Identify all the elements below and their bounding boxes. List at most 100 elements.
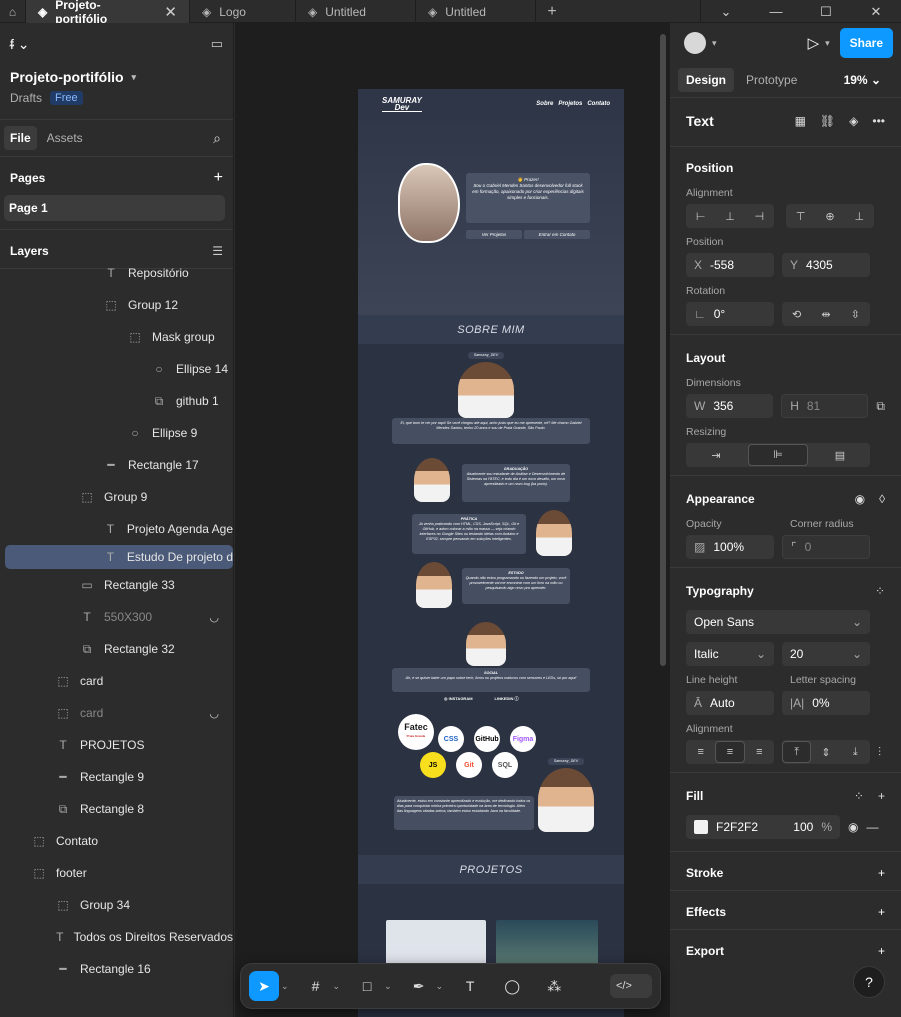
text-tool-icon[interactable]: T xyxy=(455,971,485,1001)
hidden-eye-icon[interactable]: ◡ xyxy=(209,611,219,624)
layer-row[interactable]: ━ Rectangle 9 xyxy=(0,761,233,793)
resize-fill-icon[interactable]: ▤ xyxy=(810,449,870,462)
chevron-down-icon[interactable]: ⌄ xyxy=(701,0,751,23)
eye-icon[interactable]: ◉ xyxy=(848,820,858,834)
avatar[interactable] xyxy=(684,32,706,54)
hidden-eye-icon[interactable]: ◡ xyxy=(209,707,219,720)
help-button[interactable]: ? xyxy=(853,966,885,998)
layer-row[interactable]: T 550X300 ◡ xyxy=(0,601,233,633)
opacity-input[interactable]: ▨ 100% xyxy=(686,535,774,559)
nav-link-sobre[interactable]: Sobre xyxy=(536,101,553,107)
width-input[interactable]: W 356 xyxy=(686,394,774,418)
chevron-down-icon[interactable]: ⌄ xyxy=(333,981,341,992)
play-icon[interactable]: ▷ xyxy=(808,34,820,52)
pen-tool-icon[interactable]: ✒ xyxy=(404,971,434,1001)
flip-horizontal-icon[interactable]: ⇹ xyxy=(811,308,840,321)
drop-icon[interactable]: ◊ xyxy=(879,492,885,506)
comment-tool-icon[interactable]: ◯ xyxy=(497,971,527,1001)
layer-row[interactable]: ⬚ Group 12 xyxy=(0,289,233,321)
add-stroke-icon[interactable]: + xyxy=(878,866,885,880)
figma-menu-icon[interactable]: ᵮ ⌄ xyxy=(10,36,30,53)
layer-row[interactable]: ○ Ellipse 9 xyxy=(0,417,233,449)
text-valign-middle-icon[interactable]: ⇕ xyxy=(811,746,840,759)
type-settings-icon[interactable]: ⁘ xyxy=(875,584,885,598)
font-family-select[interactable]: Open Sans ⌄ xyxy=(686,610,870,634)
layer-row[interactable]: ⬚ Contato xyxy=(0,825,233,857)
chevron-down-icon[interactable]: ⌄ xyxy=(281,981,289,992)
resize-hug-icon[interactable]: ⊫ xyxy=(748,444,808,466)
maximize-icon[interactable]: ☐ xyxy=(801,0,851,23)
instagram-link[interactable]: ◎ INSTAGRAM xyxy=(444,696,473,702)
project-location[interactable]: Drafts xyxy=(10,91,42,105)
line-height-input[interactable]: Ā Auto xyxy=(686,691,774,715)
layer-row[interactable]: ━ Rectangle 17 xyxy=(0,449,233,481)
layer-row[interactable]: ━ Rectangle 16 xyxy=(0,953,233,985)
layer-row[interactable]: T Projeto Agenda Age xyxy=(0,513,233,545)
portfolio-frame[interactable]: SAMURAY Dev Sobre Projetos Contato 👋 Pra… xyxy=(358,89,624,1017)
project-title[interactable]: Projeto-portifólio ▾ xyxy=(0,57,233,85)
text-align-left-icon[interactable]: ≡ xyxy=(686,746,715,758)
layer-row[interactable]: ○ Ellipse 14 xyxy=(0,353,233,385)
hero-projects-button[interactable]: Ver Projetos xyxy=(466,230,522,239)
chevron-down-icon[interactable]: ⌄ xyxy=(436,981,444,992)
chevron-down-icon[interactable]: ▾ xyxy=(825,38,830,49)
styles-icon[interactable]: ⁘ xyxy=(854,789,864,803)
text-options-icon[interactable]: ⫶ xyxy=(878,745,881,760)
collapse-layers-icon[interactable]: ☰ xyxy=(212,244,223,258)
add-page-icon[interactable]: + xyxy=(214,169,223,187)
rotation-input[interactable]: ∟ 0° xyxy=(686,302,774,326)
layer-row[interactable]: ⧉ github 1 xyxy=(0,385,233,417)
tab-prototype[interactable]: Prototype xyxy=(738,68,805,92)
nav-link-projetos[interactable]: Projetos xyxy=(558,101,582,107)
align-bottom-icon[interactable]: ⊥ xyxy=(845,210,874,223)
letter-spacing-input[interactable]: |A| 0% xyxy=(782,691,870,715)
align-left-icon[interactable]: ⊢ xyxy=(686,210,715,223)
page-item[interactable]: Page 1 xyxy=(4,195,225,221)
actions-tool-icon[interactable]: ⁂ xyxy=(539,971,569,1001)
tab-untitled-1[interactable]: ◈ Untitled xyxy=(296,0,416,23)
text-valign-bottom-icon[interactable]: ⤓ xyxy=(841,746,870,759)
resize-fixed-icon[interactable]: ⇥ xyxy=(686,449,746,462)
frame-tool-icon[interactable]: # xyxy=(301,971,331,1001)
height-input[interactable]: H 81 xyxy=(781,394,869,418)
font-size-input[interactable]: 20 ⌄ xyxy=(782,642,870,666)
layer-row[interactable]: ⧉ Rectangle 32 xyxy=(0,633,233,665)
close-window-icon[interactable]: ✕ xyxy=(851,0,901,23)
tab-design[interactable]: Design xyxy=(678,68,735,92)
nav-link-contato[interactable]: Contato xyxy=(587,101,610,107)
align-center-v-icon[interactable]: ⊕ xyxy=(815,210,844,223)
link-icon[interactable]: ⛓ xyxy=(820,114,835,128)
layer-row[interactable]: T Todos os Direitos Reservados xyxy=(0,921,233,953)
dev-mode-toggle[interactable]: </> xyxy=(610,974,652,998)
align-top-icon[interactable]: ⊤ xyxy=(786,210,815,223)
add-fill-icon[interactable]: + xyxy=(878,789,885,803)
text-align-center-icon[interactable]: ≡ xyxy=(715,741,745,763)
layer-row[interactable]: T Estudo De projeto d xyxy=(5,545,233,569)
minimize-icon[interactable]: — xyxy=(751,0,801,23)
x-input[interactable]: X -558 xyxy=(686,253,774,277)
layer-row[interactable]: ⬚ card ◡ xyxy=(0,697,233,729)
hero-contact-button[interactable]: Entrar em Contato xyxy=(524,230,590,239)
more-icon[interactable]: ••• xyxy=(872,114,885,128)
align-center-h-icon[interactable]: ⊥ xyxy=(715,210,744,223)
align-right-icon[interactable]: ⊣ xyxy=(745,210,774,223)
tab-projeto-portifolio[interactable]: ◈ Projeto-portifólio ✕ xyxy=(26,0,190,26)
font-style-select[interactable]: Italic ⌄ xyxy=(686,642,774,666)
share-button[interactable]: Share xyxy=(839,28,893,58)
layer-row[interactable]: T Repositório xyxy=(0,257,233,289)
text-valign-top-icon[interactable]: ⤒ xyxy=(782,741,812,763)
rectangle-tool-icon[interactable]: □ xyxy=(352,971,382,1001)
layer-row[interactable]: T PROJETOS xyxy=(0,729,233,761)
flip-vertical-icon[interactable]: ⇳ xyxy=(841,308,870,321)
fill-swatch[interactable] xyxy=(694,820,708,834)
canvas-scrollbar[interactable] xyxy=(660,34,666,666)
close-tab-icon[interactable]: ✕ xyxy=(164,3,177,21)
constrain-icon[interactable]: ⧉ xyxy=(876,399,885,414)
add-effect-icon[interactable]: + xyxy=(878,905,885,919)
fill-input[interactable]: F2F2F2 100 % xyxy=(686,815,840,839)
corner-radius-input[interactable]: ⌜ 0 xyxy=(782,535,870,559)
search-icon[interactable]: ⌕ xyxy=(213,130,221,147)
layer-row[interactable]: ⬚ Group 9 xyxy=(0,481,233,513)
y-input[interactable]: Y 4305 xyxy=(782,253,870,277)
grid-icon[interactable]: ▦ xyxy=(795,114,806,128)
